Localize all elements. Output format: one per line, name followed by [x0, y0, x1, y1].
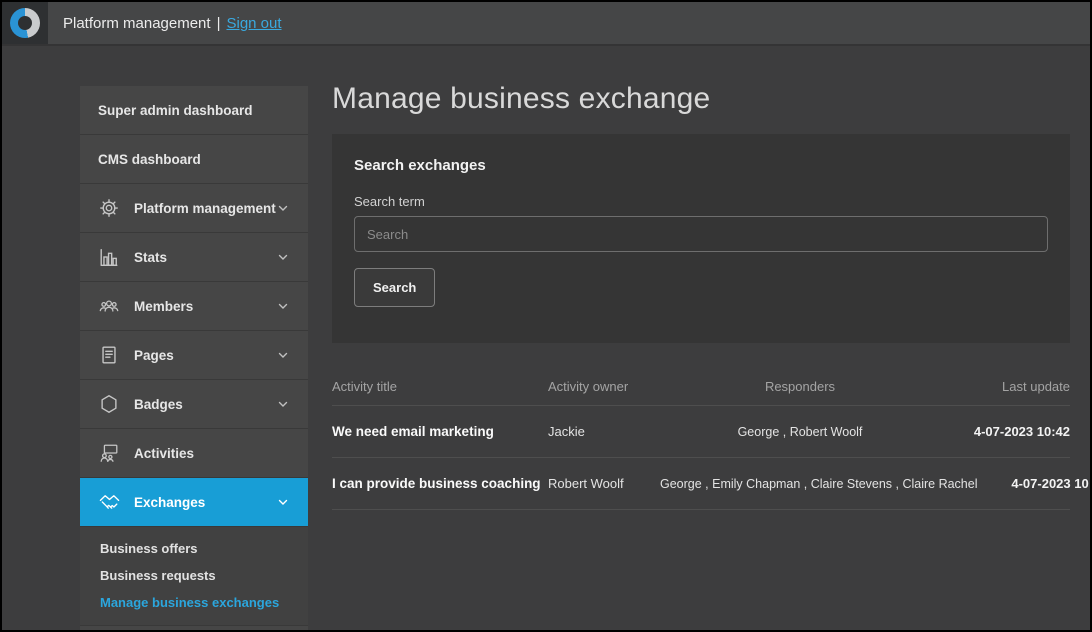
table-row[interactable]: We need email marketing Jackie George , …	[332, 406, 1070, 458]
sidebar-item-cms-dashboard[interactable]: CMS dashboard	[80, 135, 308, 184]
document-icon	[98, 343, 122, 367]
exchanges-submenu: Business offers Business requests Manage…	[80, 527, 308, 625]
submenu-item-label: Business requests	[100, 568, 216, 583]
search-button[interactable]: Search	[354, 268, 435, 307]
submenu-item-label: Business offers	[100, 541, 198, 556]
search-panel-title: Search exchanges	[354, 157, 1048, 174]
activity-title-cell: We need email marketing	[332, 424, 548, 439]
exchanges-table: Activity title Activity owner Responders…	[332, 375, 1070, 510]
last-update-cell: 4-07-2023 10:42	[978, 476, 1092, 491]
gear-icon	[98, 196, 122, 220]
people-icon	[98, 294, 122, 318]
sidebar-item-label: Exchanges	[134, 495, 205, 510]
sidebar-item-label: Badges	[134, 397, 183, 412]
column-header-last-update: Last update	[940, 379, 1070, 394]
activity-title-cell: I can provide business coaching	[332, 476, 548, 491]
activity-owner-cell: Robert Woolf	[548, 476, 660, 491]
hexagon-icon	[98, 392, 122, 416]
sidebar-item-members[interactable]: Members	[80, 282, 308, 331]
sidebar-item-label: Pages	[134, 348, 174, 363]
topbar-divider: |	[217, 15, 221, 32]
sidebar-item-pages[interactable]: Pages	[80, 331, 308, 380]
sidebar-item-label: Stats	[134, 250, 167, 265]
sidebar-item-platform-management[interactable]: Platform management	[80, 184, 308, 233]
sidebar-item-challenges[interactable]: Challenges	[80, 625, 308, 632]
presentation-icon	[98, 441, 122, 465]
sign-out-link[interactable]: Sign out	[226, 15, 281, 32]
sidebar-item-stats[interactable]: Stats	[80, 233, 308, 282]
search-term-label: Search term	[354, 194, 1048, 209]
submenu-item-business-offers[interactable]: Business offers	[80, 535, 308, 562]
chevron-down-icon	[276, 397, 290, 411]
submenu-item-manage-business-exchanges[interactable]: Manage business exchanges	[80, 589, 308, 616]
chevron-down-icon	[276, 250, 290, 264]
sidebar-item-label: Super admin dashboard	[98, 103, 253, 118]
responders-cell: George , Robert Woolf	[660, 425, 940, 439]
submenu-item-label: Manage business exchanges	[100, 595, 279, 610]
topbar-text: Platform management | Sign out	[63, 15, 282, 32]
topbar: Platform management | Sign out	[2, 2, 1090, 46]
sidebar-item-label: Platform management	[134, 201, 276, 216]
column-header-activity-title: Activity title	[332, 379, 548, 394]
sidebar-item-label: Members	[134, 299, 193, 314]
column-header-activity-owner: Activity owner	[548, 379, 660, 394]
sidebar-item-super-admin-dashboard[interactable]: Super admin dashboard	[80, 86, 308, 135]
chevron-down-icon	[276, 495, 290, 509]
last-update-cell: 4-07-2023 10:42	[940, 424, 1070, 439]
sidebar-item-activities[interactable]: Activities	[80, 429, 308, 478]
logo-container	[2, 2, 48, 44]
page-title: Manage business exchange	[332, 82, 1070, 116]
activity-owner-cell: Jackie	[548, 424, 660, 439]
sidebar-item-label: Activities	[134, 446, 194, 461]
main-content: Manage business exchange Search exchange…	[332, 82, 1070, 510]
search-input[interactable]	[354, 216, 1048, 252]
chevron-down-icon	[276, 201, 290, 215]
table-header-row: Activity title Activity owner Responders…	[332, 375, 1070, 406]
app-window: Platform management | Sign out Super adm…	[0, 0, 1092, 632]
sidebar-item-badges[interactable]: Badges	[80, 380, 308, 429]
search-panel: Search exchanges Search term Search	[332, 134, 1070, 343]
chevron-down-icon	[276, 348, 290, 362]
column-header-responders: Responders	[660, 379, 940, 394]
sidebar-item-label: CMS dashboard	[98, 152, 201, 167]
submenu-item-business-requests[interactable]: Business requests	[80, 562, 308, 589]
sidebar: Super admin dashboard CMS dashboard Plat…	[80, 86, 308, 632]
topbar-title: Platform management	[63, 15, 211, 32]
app-logo-icon	[10, 8, 40, 38]
handshake-icon	[98, 490, 122, 514]
table-row[interactable]: I can provide business coaching Robert W…	[332, 458, 1070, 510]
bar-chart-icon	[98, 245, 122, 269]
sidebar-item-exchanges[interactable]: Exchanges	[80, 478, 308, 527]
responders-cell: George , Emily Chapman , Claire Stevens …	[660, 477, 978, 491]
chevron-down-icon	[276, 299, 290, 313]
